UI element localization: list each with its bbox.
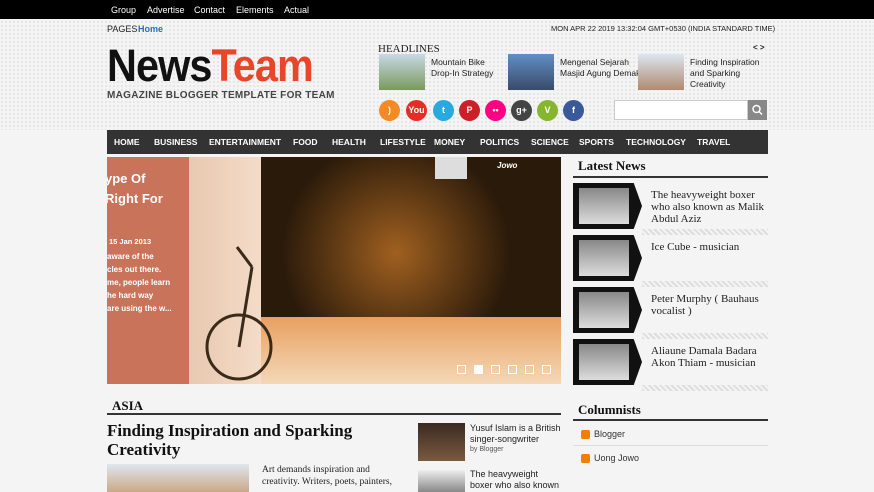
nav-item-business[interactable]: BUSINESS (154, 137, 197, 147)
nav-item-science[interactable]: SCIENCE (531, 137, 569, 147)
columnist-1[interactable]: Blogger (594, 429, 625, 439)
slide-title-line1: ype Of (107, 171, 146, 186)
latest-news-rule (573, 176, 768, 178)
latest-news-photo (579, 188, 629, 224)
headline-3[interactable]: Finding Inspiration and Sparking Creativ… (690, 57, 766, 90)
latest-news-stripe (642, 229, 768, 235)
slide-title-line2: Right For (107, 191, 163, 206)
pinterest-icon[interactable]: P (459, 100, 480, 121)
slider-dot[interactable] (542, 365, 551, 374)
latest-news-stripe (642, 333, 768, 339)
latest-news-thumb[interactable] (573, 339, 642, 385)
nav-item-health[interactable]: HEALTH (332, 137, 366, 147)
bicycle-image (205, 246, 273, 381)
slide-date: 15 Jan 2013 (109, 237, 152, 246)
datetime: MON APR 22 2019 13:32:04 GMT+0530 (INDIA… (551, 24, 776, 33)
headlines-arrows[interactable]: < > (753, 43, 765, 52)
slide-excerpt-line: aware of the (107, 252, 154, 261)
nav-item-politics[interactable]: POLITICS (480, 137, 519, 147)
logo-part2: Team (211, 40, 313, 91)
slider-dot[interactable] (474, 365, 483, 374)
slide-excerpt-line: are using the w... (107, 304, 172, 313)
twitter-icon[interactable]: t (433, 100, 454, 121)
latest-news-photo (579, 292, 629, 328)
slider-dot[interactable] (508, 365, 517, 374)
latest-news-stripe (642, 385, 768, 391)
slide-author: Jowo (497, 161, 518, 170)
columnist-divider (573, 445, 768, 446)
rss-icon[interactable]: ) (379, 100, 400, 121)
latest-news-title: Latest News (578, 158, 646, 173)
nav-item-sports[interactable]: SPORTS (579, 137, 614, 147)
headline-thumb-1[interactable] (379, 54, 425, 90)
facebook-icon[interactable]: f (563, 100, 584, 121)
home-link[interactable]: Home (138, 24, 163, 34)
slide-author-avatar (435, 157, 467, 179)
slider-dot[interactable] (457, 365, 466, 374)
nav-item-lifestyle[interactable]: LIFESTYLE (380, 137, 426, 147)
googleplus-icon[interactable]: g+ (511, 100, 532, 121)
search-button[interactable] (748, 100, 767, 120)
columnists-rule (573, 419, 768, 421)
nav-item-entertainment[interactable]: ENTERTAINMENT (209, 137, 281, 147)
asia-side-thumb-1[interactable] (418, 423, 465, 461)
logo-part1: News (107, 40, 212, 91)
top-link-contact[interactable]: Contact (194, 5, 225, 15)
blogger-icon (581, 430, 590, 439)
site-logo[interactable]: NewsTeam (107, 40, 314, 92)
latest-news-item[interactable]: The heavyweight boxer who also known as … (651, 189, 767, 225)
columnist-2[interactable]: Uong Jowo (594, 453, 639, 463)
nav-item-money[interactable]: MONEY (434, 137, 465, 147)
slider-dot[interactable] (525, 365, 534, 374)
search-input[interactable] (614, 100, 748, 120)
main-nav: HOME BUSINESS ENTERTAINMENT FOOD HEALTH LIFES… (107, 130, 768, 154)
slide-excerpt-line: me, people learn (107, 278, 171, 287)
latest-news-stripe (642, 281, 768, 287)
nav-item-home[interactable]: HOME (114, 137, 140, 147)
slider-dot[interactable] (491, 365, 500, 374)
slide-excerpt-line: cles out there. (107, 265, 162, 274)
search-icon (752, 104, 763, 116)
nav-item-technology[interactable]: TECHNOLOGY (626, 137, 686, 147)
columnists-title: Columnists (578, 402, 641, 417)
slide-title[interactable]: ype Of Right For (107, 169, 163, 209)
latest-news-thumb[interactable] (573, 183, 642, 229)
latest-news-thumb[interactable] (573, 235, 642, 281)
latest-news-item[interactable]: Ice Cube - musician (651, 241, 767, 253)
asia-excerpt: Art demands inspiration and creativity. … (262, 465, 392, 487)
asia-rule (107, 413, 561, 415)
asia-thumb[interactable] (107, 464, 249, 492)
headline-thumb-3[interactable] (638, 54, 684, 90)
latest-news-item[interactable]: Aliaune Damala Badara Akon Thiam - music… (651, 345, 767, 369)
top-link-advertise[interactable]: Advertise (147, 5, 185, 15)
top-link-group[interactable]: Group (111, 5, 136, 15)
asia-side-thumb-2[interactable] (418, 470, 465, 492)
asia-side-1-author: by Blogger (470, 446, 504, 453)
latest-news-photo (579, 240, 629, 276)
flickr-icon[interactable]: •• (485, 100, 506, 121)
slide-excerpt: aware of the cles out there. me, people le… (107, 250, 172, 315)
pages-label: PAGES (107, 24, 138, 34)
youtube-icon[interactable]: You (406, 100, 427, 121)
headline-thumb-2[interactable] (508, 54, 554, 90)
site-tagline: MAGAZINE BLOGGER TEMPLATE FOR TEAM (107, 90, 335, 101)
asia-side-2[interactable]: The heavyweight boxer who also known as (470, 469, 562, 492)
top-link-elements[interactable]: Elements (236, 5, 274, 15)
latest-news-thumb[interactable] (573, 287, 642, 333)
vimeo-icon[interactable]: V (537, 100, 558, 121)
nav-item-travel[interactable]: TRAVEL (697, 137, 730, 147)
latest-news-item[interactable]: Peter Murphy ( Bauhaus vocalist ) (651, 293, 767, 317)
headline-1[interactable]: Mountain Bike Drop-In Strategy (431, 57, 505, 79)
slide-excerpt-line: he hard way (107, 291, 154, 300)
nav-item-food[interactable]: FOOD (293, 137, 318, 147)
top-bar: Group Advertise Contact Elements Actual (0, 0, 874, 19)
asia-title: ASIA (112, 398, 144, 413)
asia-side-1[interactable]: Yusuf Islam is a British singer-songwrit… (470, 423, 562, 445)
headline-2[interactable]: Mengenal Sejarah Masjid Agung Demak (560, 57, 642, 79)
asia-headline[interactable]: Finding Inspiration and Sparking Creativ… (107, 421, 407, 459)
latest-news-photo (579, 344, 629, 380)
top-link-actual[interactable]: Actual (284, 5, 309, 15)
featured-slider[interactable]: ype Of Right For 15 Jan 2013 aware of th… (107, 157, 561, 384)
blogger-icon (581, 454, 590, 463)
